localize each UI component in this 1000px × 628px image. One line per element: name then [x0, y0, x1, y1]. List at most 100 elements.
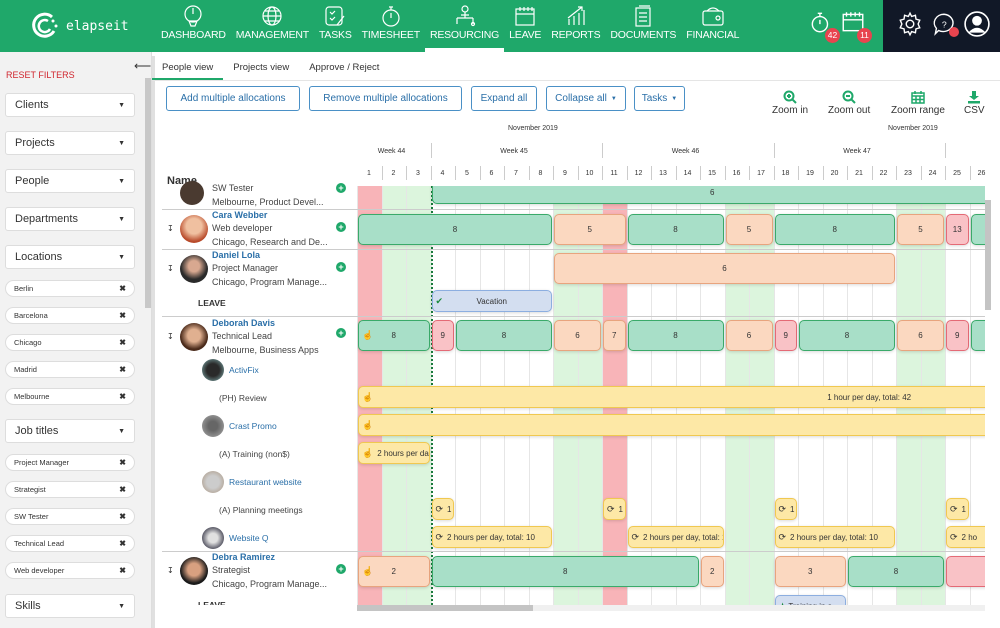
- person-name[interactable]: Daniel Lola: [212, 250, 260, 260]
- allocation-bar[interactable]: ⟳ 1: [774, 498, 797, 520]
- allocation-bar[interactable]: ⟳ 1: [946, 498, 969, 520]
- nav-timesheet[interactable]: TIMESHEET: [357, 0, 425, 52]
- remove-chip-icon[interactable]: ✖: [119, 458, 126, 467]
- expand-arrow-icon[interactable]: ↧: [167, 332, 174, 341]
- nav-resourcing[interactable]: RESOURCING: [424, 0, 505, 52]
- tab-people-view[interactable]: People view: [152, 56, 224, 80]
- allocation-bar[interactable]: [946, 556, 985, 587]
- allocation-bar[interactable]: ☝ 2 hours per da: [358, 442, 430, 464]
- expand-arrow-icon[interactable]: ↧: [167, 566, 174, 575]
- allocation-bar[interactable]: ✔ Vacation: [431, 290, 552, 312]
- allocation-bar[interactable]: 8: [456, 320, 552, 351]
- horizontal-scrollbar[interactable]: [357, 605, 533, 611]
- expand-arrow-icon[interactable]: ↧: [167, 264, 174, 273]
- allocation-bar[interactable]: ☝ 1 hour per day, total: 42: [358, 386, 985, 408]
- skills-filter[interactable]: Skills ▼: [5, 594, 135, 618]
- allocation-bar[interactable]: 5: [897, 214, 944, 245]
- add-allocation-button[interactable]: +: [336, 183, 346, 193]
- settings-button[interactable]: [897, 11, 923, 37]
- allocation-bar[interactable]: ☝ 2: [358, 556, 430, 587]
- allocation-bar[interactable]: [970, 320, 985, 351]
- allocation-bar[interactable]: 13: [946, 214, 969, 245]
- project-link[interactable]: Restaurant website: [229, 477, 302, 487]
- zoom-out-button[interactable]: Zoom out: [828, 90, 870, 116]
- nav-documents[interactable]: DOCUMENTS: [605, 0, 681, 52]
- nav-leave[interactable]: LEAVE: [504, 0, 546, 52]
- nav-reports[interactable]: REPORTS: [546, 0, 605, 52]
- locations-filter[interactable]: Locations ▼: [5, 245, 135, 269]
- allocation-bar[interactable]: 7: [603, 320, 626, 351]
- project-link[interactable]: ActivFix: [229, 365, 259, 375]
- remove-chip-icon[interactable]: ✖: [119, 338, 126, 347]
- allocation-bar[interactable]: 6: [554, 320, 601, 351]
- nav-tasks[interactable]: TASKS: [314, 0, 357, 52]
- allocation-bar[interactable]: 5: [725, 214, 773, 245]
- tasks-dropdown[interactable]: Tasks ▼: [634, 86, 685, 111]
- calendar-notifications-button[interactable]: 11: [840, 9, 872, 43]
- allocation-bar[interactable]: 8: [627, 214, 724, 245]
- remove-chip-icon[interactable]: ✖: [119, 566, 126, 575]
- job-titles-filter[interactable]: Job titles ▼: [5, 419, 135, 443]
- allocation-bar[interactable]: ⟳ 2 hours per day, total: 10: [627, 526, 724, 548]
- app-logo[interactable]: elapseit: [30, 11, 129, 41]
- departments-filter[interactable]: Departments ▼: [5, 207, 135, 231]
- tab-projects-view[interactable]: Projects view: [223, 56, 299, 80]
- clients-filter[interactable]: Clients ▼: [5, 93, 135, 117]
- allocation-bar[interactable]: 6: [725, 320, 773, 351]
- allocation-bar[interactable]: ⟳ 2 ho: [946, 526, 985, 548]
- allocation-bar[interactable]: 5: [554, 214, 626, 245]
- allocation-bar[interactable]: 2: [701, 556, 724, 587]
- allocation-bar[interactable]: 9: [946, 320, 969, 351]
- zoom-range-button[interactable]: Zoom range: [891, 90, 945, 116]
- project-link[interactable]: Website Q: [229, 533, 269, 543]
- vertical-scrollbar[interactable]: [985, 200, 991, 310]
- allocation-bar[interactable]: 8: [431, 556, 699, 587]
- add-allocation-button[interactable]: +: [336, 262, 346, 272]
- tab-approve-reject[interactable]: Approve / Reject: [299, 56, 389, 80]
- add-multiple-allocations-button[interactable]: Add multiple allocations: [166, 86, 300, 111]
- remove-chip-icon[interactable]: ✖: [119, 284, 126, 293]
- allocation-bar[interactable]: 3: [774, 556, 846, 587]
- allocation-bar[interactable]: ☝ 8: [358, 320, 430, 351]
- person-name[interactable]: Cara Webber: [212, 210, 267, 220]
- add-allocation-button[interactable]: +: [336, 222, 346, 232]
- person-name[interactable]: Deborah Davis: [212, 318, 275, 328]
- reset-filters-link[interactable]: RESET FILTERS: [6, 70, 75, 80]
- allocation-bar[interactable]: ☝: [358, 414, 985, 436]
- allocation-bar[interactable]: ⟳ 2 hours per day, total: 10: [431, 526, 552, 548]
- allocation-bar[interactable]: [970, 214, 985, 245]
- sidebar-scrollbar[interactable]: [145, 78, 151, 308]
- remove-chip-icon[interactable]: ✖: [119, 365, 126, 374]
- zoom-in-button[interactable]: Zoom in: [772, 90, 808, 116]
- remove-multiple-allocations-button[interactable]: Remove multiple allocations: [309, 86, 462, 111]
- allocation-bar[interactable]: ⟳ 1: [603, 498, 626, 520]
- allocation-bar[interactable]: ⟳ 1: [431, 498, 454, 520]
- allocation-bar[interactable]: 9: [431, 320, 454, 351]
- expand-arrow-icon[interactable]: ↧: [167, 224, 174, 233]
- user-profile-button[interactable]: [964, 11, 990, 37]
- allocation-bar[interactable]: 6: [431, 186, 985, 204]
- nav-dashboard[interactable]: DASHBOARD: [156, 0, 231, 52]
- allocation-bar[interactable]: ★Training in a: [774, 595, 846, 605]
- allocation-bar[interactable]: 6: [554, 253, 895, 284]
- remove-chip-icon[interactable]: ✖: [119, 392, 126, 401]
- person-name[interactable]: Debra Ramirez: [212, 552, 275, 562]
- collapse-sidebar-icon[interactable]: ⟵: [134, 59, 151, 73]
- csv-export-button[interactable]: CSV: [964, 90, 985, 116]
- allocation-bar[interactable]: 8: [774, 214, 895, 245]
- allocation-bar[interactable]: 9: [774, 320, 797, 351]
- allocation-bar[interactable]: 6: [897, 320, 944, 351]
- help-button[interactable]: ?: [931, 11, 959, 37]
- nav-management[interactable]: MANAGEMENT: [231, 0, 314, 52]
- allocation-bar[interactable]: 8: [848, 556, 944, 587]
- allocation-bar[interactable]: 8: [799, 320, 895, 351]
- allocation-bar[interactable]: 8: [627, 320, 724, 351]
- allocation-bar[interactable]: 8: [358, 214, 552, 245]
- timers-button[interactable]: 42: [808, 9, 840, 43]
- nav-financial[interactable]: FINANCIAL: [681, 0, 744, 52]
- add-allocation-button[interactable]: +: [336, 328, 346, 338]
- project-link[interactable]: Crast Promo: [229, 421, 277, 431]
- projects-filter[interactable]: Projects ▼: [5, 131, 135, 155]
- allocation-bar[interactable]: ⟳ 2 hours per day, total: 10: [774, 526, 895, 548]
- people-filter[interactable]: People ▼: [5, 169, 135, 193]
